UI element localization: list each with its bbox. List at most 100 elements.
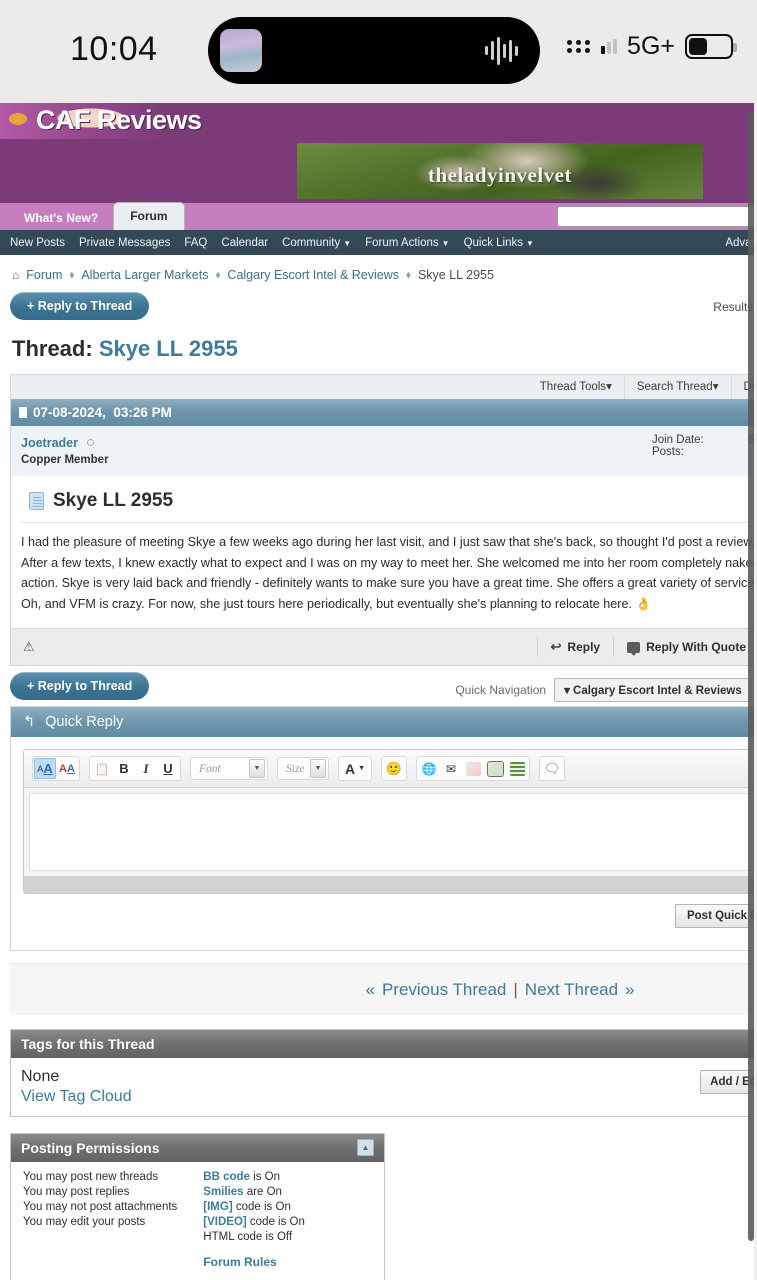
table-grid-icon	[509, 761, 525, 776]
img-status: [IMG] code is On	[203, 1200, 305, 1215]
thread-tools-menu[interactable]: Thread Tools▾	[528, 376, 624, 399]
font-size-select[interactable]: Size ▼	[277, 757, 329, 780]
video-status-text: code is On	[246, 1216, 305, 1228]
underline-icon[interactable]: U	[157, 758, 179, 779]
nav-community[interactable]: Community ▼	[282, 237, 351, 249]
post-actions: ↩ Reply Reply With Quote	[536, 637, 757, 657]
insert-video-icon[interactable]	[484, 758, 506, 779]
navbar-search-input[interactable]	[557, 206, 757, 227]
post-author-link[interactable]: Joetrader	[21, 436, 78, 450]
breadcrumb-separator-icon: ⬧	[215, 268, 221, 281]
post-author-title: Copper Member	[21, 454, 109, 466]
posting-permissions-body: You may post new threads You may post re…	[11, 1162, 384, 1280]
insert-image-icon[interactable]	[462, 758, 484, 779]
breadcrumb-item-calgary[interactable]: Calgary Escort Intel & Reviews	[227, 268, 399, 282]
nav-private-messages[interactable]: Private Messages	[79, 237, 170, 249]
chevron-down-icon: ▼	[441, 238, 450, 248]
quick-reply-heading: Quick Reply	[45, 714, 124, 730]
font-placeholder: Font	[199, 762, 221, 775]
tags-panel: Tags for this Thread None View Tag Cloud…	[10, 1029, 757, 1117]
breadcrumb-item-forum[interactable]: Forum	[26, 268, 62, 282]
bold-icon[interactable]: B	[113, 758, 135, 779]
toolbar-group-color: A ▼	[338, 756, 372, 781]
reply-button[interactable]: ↩ Reply	[536, 637, 614, 657]
breadcrumb: ⌂ Forum ⬧ Alberta Larger Markets ⬧ Calga…	[10, 255, 757, 292]
ad-banner[interactable]: theladyinvelvet	[0, 139, 757, 203]
reply-textarea[interactable]	[29, 793, 757, 871]
reply-with-quote-label: Reply With Quote	[646, 640, 746, 654]
reply-to-thread-button-bottom[interactable]: + Reply to Thread	[10, 672, 150, 700]
tags-panel-header: Tags for this Thread	[11, 1030, 757, 1058]
vertical-scrollbar[interactable]	[748, 111, 754, 1241]
site-logo[interactable]: CAF Reviews	[0, 103, 757, 139]
main-navigation-bar: New Posts Private Messages FAQ Calendar …	[0, 230, 757, 255]
insert-quote-icon[interactable]: 🗨	[541, 758, 563, 779]
quick-navigation-label: Quick Navigation	[455, 683, 547, 697]
page-content: ⌂ Forum ⬧ Alberta Larger Markets ⬧ Calga…	[0, 255, 757, 1280]
smilies-link[interactable]: Smilies	[203, 1186, 243, 1198]
search-thread-menu[interactable]: Search Thread▾	[623, 375, 731, 399]
video-link[interactable]: [VIDEO]	[203, 1216, 246, 1228]
wysiwyg-editor: AA AA 📋 B I U Font ▼ Size ▼ A ▼ 🙂 🌐 ✉ 🗨	[23, 749, 757, 894]
post-title-text: Skye LL 2955	[53, 490, 174, 511]
html-status: HTML code is Off	[203, 1231, 293, 1243]
dynamic-island[interactable]	[208, 17, 540, 84]
collapse-up-icon[interactable]: ▲	[357, 1139, 374, 1156]
thread-toolbar: Thread Tools▾ Search Thread▾ Display▾	[10, 374, 757, 399]
nav-forum-actions[interactable]: Forum Actions ▼	[365, 237, 449, 249]
toolbar-group-insert: 🌐 ✉	[416, 756, 530, 781]
audio-waveform-icon	[485, 36, 518, 66]
tab-whats-new[interactable]: What's New?	[8, 207, 114, 230]
posting-permissions-panel: Posting Permissions ▲ You may post new t…	[10, 1133, 385, 1280]
nav-new-posts[interactable]: New Posts	[10, 237, 65, 249]
post-quick-reply-button[interactable]: Post Quick Reply	[674, 904, 757, 928]
insert-link-icon[interactable]: 🌐	[418, 758, 440, 779]
warning-triangle-icon[interactable]: ⚠	[23, 639, 35, 655]
previous-thread-link[interactable]: Previous Thread	[382, 980, 506, 1000]
tab-forum[interactable]: Forum	[114, 203, 184, 230]
site-name: CAF Reviews	[36, 105, 202, 135]
video-status: [VIDEO] code is On	[203, 1215, 305, 1230]
post-date: 07-08-2024,	[33, 405, 106, 420]
home-icon[interactable]: ⌂	[12, 268, 19, 282]
font-color-label: A	[344, 760, 356, 777]
nav-calendar[interactable]: Calendar	[221, 237, 268, 249]
reply-to-thread-button-top[interactable]: + Reply to Thread	[10, 292, 150, 320]
insert-email-icon[interactable]: ✉	[440, 758, 462, 779]
quick-reply-box: ↰ Quick Reply AA AA 📋 B I U Font ▼ Size …	[10, 706, 757, 951]
smilie-icon[interactable]: 🙂	[383, 758, 405, 779]
undo-arrow-icon: ↰	[23, 714, 36, 730]
editor-resize-handle[interactable]	[24, 876, 757, 893]
banner-caption: theladyinvelvet	[428, 163, 572, 187]
paste-icon[interactable]: 📋	[91, 758, 113, 779]
img-status-text: code is On	[232, 1201, 291, 1213]
permission-item: You may edit your posts	[23, 1216, 146, 1228]
status-time: 10:04	[70, 30, 158, 68]
bbcode-link[interactable]: BB code	[203, 1171, 250, 1183]
nav-divider: |	[513, 979, 518, 999]
search-thread-label: Search Thread	[636, 380, 713, 393]
chevron-down-icon: ▼	[343, 238, 352, 248]
reply-with-quote-button[interactable]: Reply With Quote	[613, 637, 757, 657]
permissions-left-column: You may post new threads You may post re…	[23, 1170, 177, 1270]
insert-table-icon[interactable]	[506, 758, 528, 779]
next-thread-link[interactable]: Next Thread	[525, 980, 618, 1000]
tags-none-label: None	[21, 1068, 60, 1085]
post-time: 03:26 PM	[113, 405, 172, 420]
font-color-icon[interactable]: A ▼	[340, 758, 370, 779]
remove-formatting-icon[interactable]: AA	[34, 758, 56, 779]
forum-rules-link[interactable]: Forum Rules	[203, 1255, 305, 1270]
tags-panel-body: None View Tag Cloud Add / Edit Tags	[11, 1058, 757, 1116]
switch-editor-icon[interactable]: AA	[56, 758, 78, 779]
quick-navigation-select[interactable]: ▾ Calgary Escort Intel & Reviews	[554, 678, 752, 702]
italic-icon[interactable]: I	[135, 758, 157, 779]
quick-reply-body: AA AA 📋 B I U Font ▼ Size ▼ A ▼ 🙂 🌐 ✉ 🗨 …	[11, 737, 757, 950]
join-date-label: Join Date:	[651, 434, 704, 446]
font-family-select[interactable]: Font ▼	[190, 757, 268, 780]
img-link[interactable]: [IMG]	[203, 1201, 232, 1213]
view-tag-cloud-link[interactable]: View Tag Cloud	[21, 1088, 132, 1106]
nav-quick-links[interactable]: Quick Links ▼	[464, 237, 534, 249]
breadcrumb-item-alberta[interactable]: Alberta Larger Markets	[81, 268, 208, 282]
post-message-text: I had the pleasure of meeting Skye a few…	[21, 522, 757, 614]
nav-faq[interactable]: FAQ	[184, 237, 207, 249]
